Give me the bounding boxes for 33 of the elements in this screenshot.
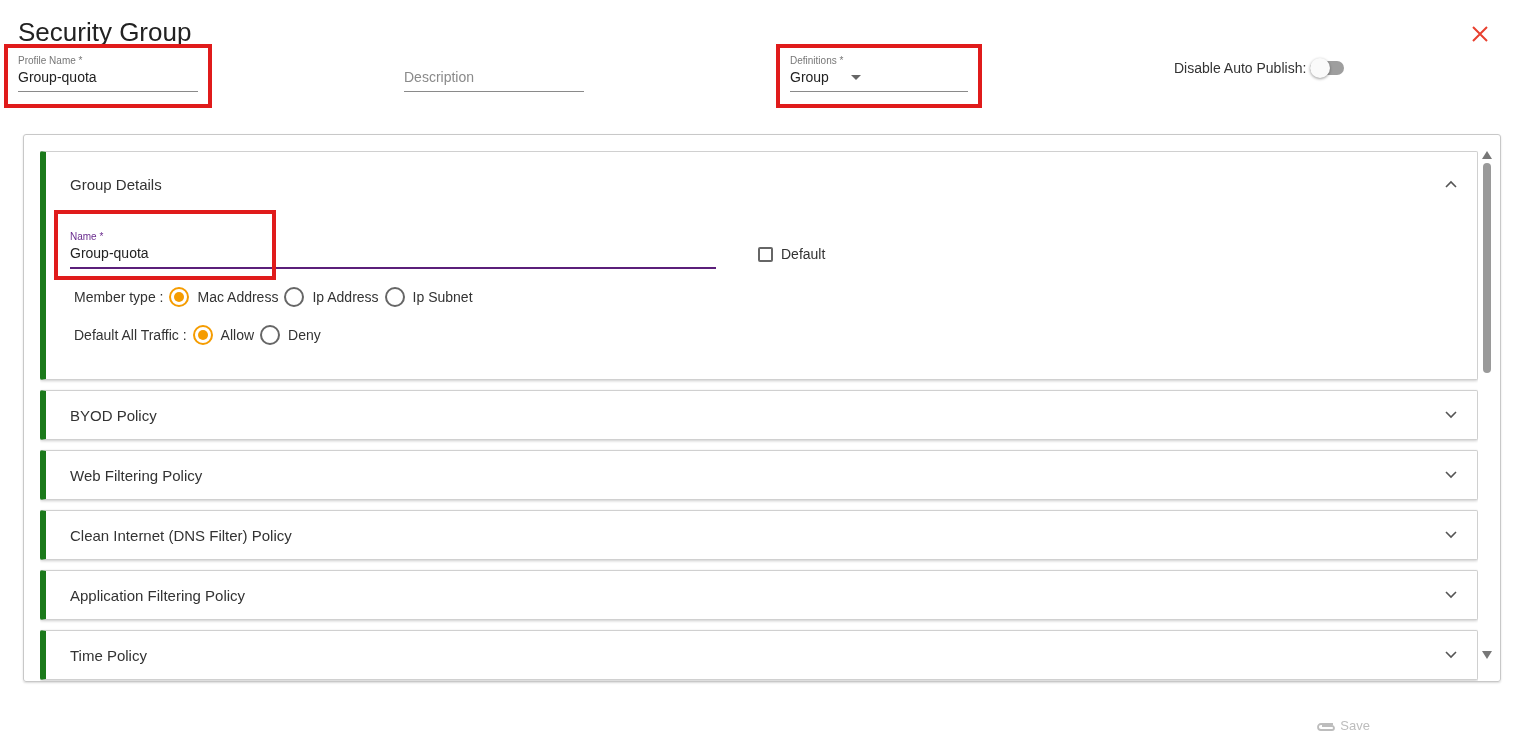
name-field[interactable]: Name * Group-quota xyxy=(70,230,716,269)
chevron-down-icon xyxy=(1445,411,1457,419)
chevron-down-icon xyxy=(1445,591,1457,599)
page-title: Security Group xyxy=(18,16,192,48)
chevron-down-icon xyxy=(1445,651,1457,659)
dropdown-icon xyxy=(850,74,861,80)
radio-option[interactable]: Ip Address xyxy=(284,287,379,307)
description-field[interactable]: Description xyxy=(404,54,584,92)
auto-publish-toggle[interactable] xyxy=(1310,61,1345,75)
close-button[interactable] xyxy=(1472,26,1488,42)
accordion-header[interactable]: Clean Internet (DNS Filter) Policy xyxy=(46,511,1477,559)
radio-option[interactable]: Allow xyxy=(192,325,255,345)
auto-publish-label: Disable Auto Publish: xyxy=(1174,60,1307,76)
chevron-down-icon xyxy=(1445,471,1457,479)
default-checkbox[interactable]: Default xyxy=(758,246,826,262)
definitions-select[interactable]: Group xyxy=(790,67,968,87)
profile-name-field[interactable]: Profile Name * Group-quota xyxy=(18,54,198,92)
field-label: Definitions * xyxy=(790,54,845,67)
radio-group-label: Member type : xyxy=(74,289,164,305)
chevron-down-icon xyxy=(1445,531,1457,539)
accordion-header[interactable]: BYOD Policy xyxy=(46,391,1477,439)
accordion-header[interactable]: Web Filtering Policy xyxy=(46,451,1477,499)
chevron-up-icon xyxy=(1445,180,1457,188)
scroll-down-icon[interactable] xyxy=(1482,651,1492,659)
accordion-header[interactable]: Time Policy xyxy=(46,631,1477,679)
radio-option[interactable]: Mac Address xyxy=(169,287,279,307)
radio-option[interactable]: Ip Subnet xyxy=(384,287,473,307)
radio-group-label: Default All Traffic : xyxy=(74,327,187,343)
radio-option[interactable]: Deny xyxy=(260,325,321,345)
scroll-up-icon[interactable] xyxy=(1482,151,1492,159)
accordion-header[interactable]: Group Details xyxy=(46,152,1477,216)
scrollbar-thumb[interactable] xyxy=(1483,163,1491,373)
accordion-header[interactable]: Application Filtering Policy xyxy=(46,571,1477,619)
